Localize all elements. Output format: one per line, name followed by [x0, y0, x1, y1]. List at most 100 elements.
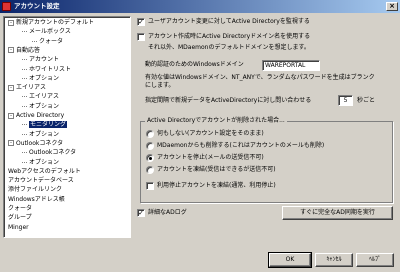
tree-item-label: オプション: [29, 74, 60, 82]
deleted-group-title: Active Directoryでアカウントが削除された場合...: [145, 117, 287, 125]
help-button[interactable]: ﾍﾙﾌﾟ: [356, 253, 394, 267]
checkbox-box[interactable]: ✓: [137, 18, 145, 26]
tree-item-label: グループ: [8, 214, 32, 222]
tree-item-label: モニタリング: [29, 121, 68, 129]
tree-item-label: ホワイトリスト: [29, 65, 72, 73]
tree-item[interactable]: オプション: [22, 159, 59, 167]
tree-item[interactable]: モニタリング: [22, 121, 68, 129]
monitor-ad-checkbox[interactable]: ✓ ユーザアカウント変更に対してActive Directoryを監視する: [137, 18, 310, 26]
tree-expander-icon[interactable]: -: [8, 84, 14, 91]
tree-connector: [22, 152, 27, 154]
radio-freeze[interactable]: アカウントを凍結(受信はできるが送信不可): [146, 166, 276, 174]
tree-item-label: クォータ: [39, 37, 64, 45]
checkbox-box[interactable]: [137, 33, 145, 41]
radio-disable[interactable]: アカウントを停止(メールの送受信不可): [146, 154, 264, 162]
radio-label: MDaemonからも削除する(これはアカウントのメールも削除): [157, 142, 325, 149]
tree-item-label: Webアクセスのデフォルト: [8, 167, 81, 175]
tree-item[interactable]: エイリアス: [22, 93, 59, 101]
tree-item-label: Windowsアドレス帳: [8, 195, 65, 203]
tree-item-label: Minger: [8, 223, 29, 231]
domain-note-line2: にします。: [145, 82, 175, 89]
domain-note-line1: 有効な値はWindowsドメイン、NT_ANYで、ランダムなパスワードを生成はブ…: [145, 74, 375, 81]
tree-item[interactable]: オプション: [22, 131, 59, 139]
tree-item[interactable]: オプション: [22, 103, 59, 111]
tree-expander-icon[interactable]: -: [8, 19, 14, 26]
tree-connector: [22, 105, 27, 107]
tree-item[interactable]: Minger: [8, 224, 29, 232]
tree-expander-icon[interactable]: -: [8, 140, 14, 147]
tree-connector: [22, 96, 27, 98]
tree-item-label: アカウントデータベース: [8, 177, 74, 185]
use-domain-checkbox[interactable]: アカウント作成時にActive Directoryドメイン名を使用する: [137, 33, 310, 41]
use-domain-note: それ以外、MDaemonのデフォルトドメインを想定します。: [148, 44, 310, 51]
tree-item[interactable]: Windowsアドレス帳: [8, 196, 65, 204]
tree-item[interactable]: - 新規アカウントのデフォルト: [8, 19, 94, 27]
tree-item[interactable]: クォータ: [32, 38, 63, 46]
tree-item-label: 新規アカウントのデフォルト: [16, 19, 95, 26]
tree-item[interactable]: - 自動応答: [8, 47, 40, 55]
tree-item[interactable]: Webアクセスのデフォルト: [8, 168, 81, 176]
tree-item[interactable]: - Active Directory: [8, 112, 64, 120]
radio-button[interactable]: [146, 130, 154, 138]
title-bar: アカウント設定 ×: [0, 0, 400, 13]
cancel-button[interactable]: ｷｬﾝｾﾙ: [315, 253, 353, 267]
tree-item[interactable]: グループ: [8, 214, 32, 222]
tree-item[interactable]: クォータ: [8, 205, 32, 213]
tree-item[interactable]: - エイリアス: [8, 84, 46, 92]
tree-item-label: 自動応答: [16, 46, 41, 54]
tree-item-label: アカウント: [29, 56, 60, 64]
tree-connector: [22, 68, 27, 70]
tree-item-label: オプション: [29, 102, 60, 110]
tree-item[interactable]: - Outlookコネクタ: [8, 140, 63, 148]
interval-unit: 秒ごと: [357, 97, 376, 104]
checkbox-box[interactable]: [146, 182, 154, 190]
detailed-log-label: 詳細なADログ: [148, 209, 187, 216]
radio-label: アカウントを停止(メールの送受信不可): [157, 154, 264, 161]
radio-delete[interactable]: MDaemonからも削除する(これはアカウントのメールも削除): [146, 142, 324, 150]
monitor-ad-label: ユーザアカウント変更に対してActive Directoryを監視する: [148, 18, 310, 25]
radio-button[interactable]: [146, 166, 154, 174]
settings-tree[interactable]: - 新規アカウントのデフォルト メールボックス クォータ - 自動応答 アカウント ホワイトリ…: [3, 16, 131, 238]
windows-domain-input[interactable]: WAREPORTAL: [262, 60, 320, 71]
remove-disabled-label: 利用停止アカウントを凍結(通常、利用停止): [157, 182, 276, 189]
tree-expander-icon[interactable]: -: [8, 47, 14, 54]
tree-item-label: Outlookコネクタ: [16, 139, 64, 147]
radio-button[interactable]: [146, 142, 154, 150]
window-title: アカウント設定: [14, 2, 60, 10]
tree-item[interactable]: 添付ファイルリンク: [8, 186, 62, 194]
tree-item[interactable]: Outlookコネクタ: [22, 149, 76, 157]
tree-connector: [22, 59, 27, 61]
radio-label: 何もしない(アカウント設定をそのまま): [157, 130, 264, 137]
use-domain-label: アカウント作成時にActive Directoryドメイン名を使用する: [148, 33, 311, 40]
tree-item-label: Active Directory: [16, 112, 65, 119]
tree-item-label: オプション: [29, 158, 60, 166]
tree-connector: [32, 40, 37, 42]
tree-item[interactable]: ホワイトリスト: [22, 66, 71, 74]
interval-label: 指定間隔で新規データをActiveDirectoryに対し問い合わせる: [145, 97, 312, 104]
tree-item-label: クォータ: [8, 205, 33, 212]
remove-disabled-checkbox[interactable]: 利用停止アカウントを凍結(通常、利用停止): [146, 182, 276, 190]
checkbox-box[interactable]: ✓: [137, 209, 145, 217]
tree-item[interactable]: オプション: [22, 75, 59, 83]
tree-connector: [22, 161, 27, 163]
interval-input[interactable]: 5: [338, 95, 353, 106]
tree-item-label: オプション: [29, 130, 60, 138]
tree-expander-icon[interactable]: -: [8, 112, 14, 119]
tree-item[interactable]: アカウントデータベース: [8, 177, 74, 185]
windows-domain-label: 動的認証のためのWindowsドメイン: [145, 61, 244, 68]
tree-item[interactable]: アカウント: [22, 56, 59, 64]
tree-connector: [22, 77, 27, 79]
radio-selected-dot: [148, 156, 152, 160]
full-ad-query-button[interactable]: すぐに完全なAD同期を実行: [282, 206, 393, 220]
detailed-log-checkbox[interactable]: ✓ 詳細なADログ: [137, 209, 187, 217]
app-icon: [2, 2, 11, 11]
close-button[interactable]: ×: [386, 2, 398, 11]
radio-button[interactable]: [146, 154, 154, 162]
tree-item-label: メールボックス: [29, 28, 71, 36]
tree-item[interactable]: メールボックス: [22, 28, 71, 36]
tree-connector: [22, 31, 27, 33]
radio-label: アカウントを凍結(受信はできるが送信不可): [157, 166, 276, 173]
ok-button[interactable]: OK: [268, 252, 312, 268]
radio-do-nothing[interactable]: 何もしない(アカウント設定をそのまま): [146, 130, 264, 138]
tree-item-label: エイリアス: [16, 84, 47, 92]
